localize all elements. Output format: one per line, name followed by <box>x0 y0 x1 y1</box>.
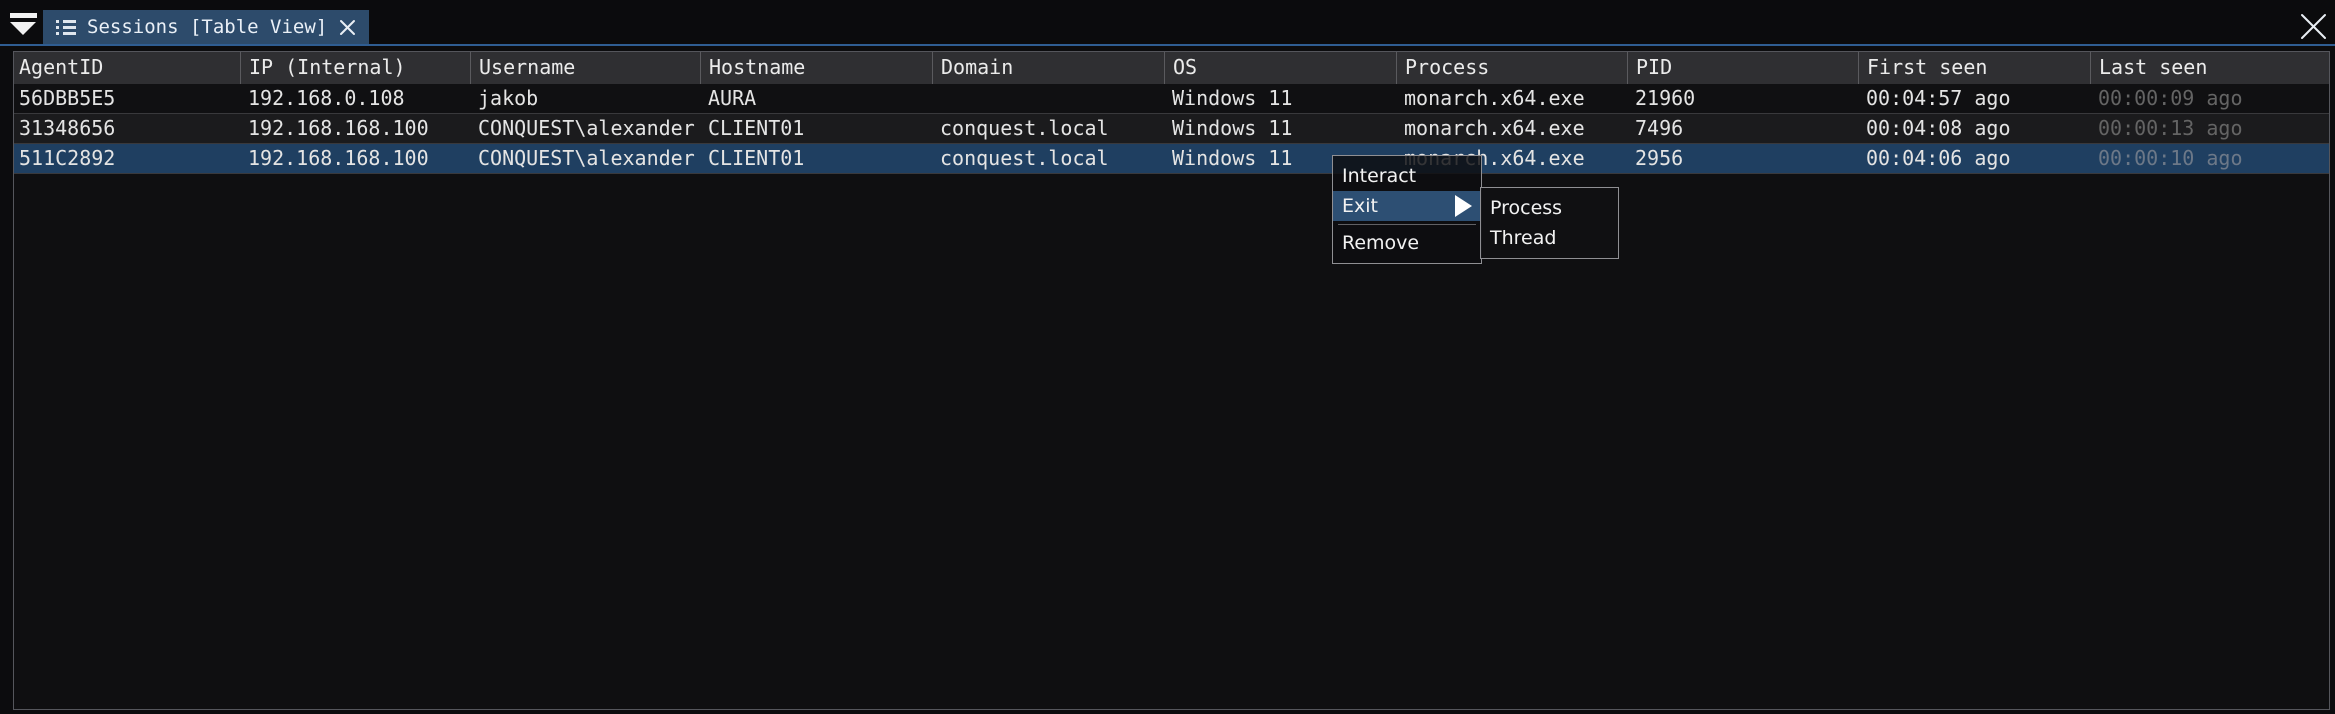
table-header-row: AgentID IP (Internal) Username Hostname … <box>14 52 2329 84</box>
column-header-username[interactable]: Username <box>470 52 700 84</box>
cell-ip: 192.168.0.108 <box>240 84 470 113</box>
menu-item-exit[interactable]: Exit <box>1333 191 1481 221</box>
cell-username: jakob <box>470 84 700 113</box>
cell-domain: conquest.local <box>932 144 1164 173</box>
cell-agentid: 56DBB5E5 <box>14 84 240 113</box>
filter-icon[interactable] <box>10 13 37 36</box>
column-header-ip-internal[interactable]: IP (Internal) <box>240 52 470 84</box>
table-list-icon <box>56 20 76 35</box>
cell-agentid: 31348656 <box>14 114 240 143</box>
cell-os: Windows 11 <box>1164 114 1396 143</box>
column-header-hostname[interactable]: Hostname <box>700 52 932 84</box>
sessions-table-panel: AgentID IP (Internal) Username Hostname … <box>13 51 2330 710</box>
context-submenu: Process Thread <box>1480 187 1619 259</box>
cell-process: monarch.x64.exe <box>1396 114 1627 143</box>
submenu-arrow-icon <box>1455 195 1472 217</box>
tab-sessions-table-view[interactable]: Sessions [Table View] <box>43 10 369 44</box>
cell-domain <box>932 84 1164 113</box>
cell-first-seen: 00:04:57 ago <box>1858 84 2090 113</box>
menu-item-label: Exit <box>1342 195 1378 217</box>
cell-process: monarch.x64.exe <box>1396 84 1627 113</box>
column-header-domain[interactable]: Domain <box>932 52 1164 84</box>
cell-pid: 2956 <box>1627 144 1858 173</box>
context-menu: Interact Exit Remove <box>1332 155 1482 264</box>
table-rows: 56DBB5E5 192.168.0.108 jakob AURA Window… <box>14 84 2329 174</box>
cell-username: CONQUEST\alexander <box>470 114 700 143</box>
column-header-last-seen[interactable]: Last seen <box>2090 52 2329 84</box>
menu-item-interact[interactable]: Interact <box>1333 161 1481 191</box>
cell-os: Windows 11 <box>1164 84 1396 113</box>
column-header-pid[interactable]: PID <box>1627 52 1858 84</box>
cell-first-seen: 00:04:06 ago <box>1858 144 2090 173</box>
column-header-os[interactable]: OS <box>1164 52 1396 84</box>
accent-divider <box>0 44 2335 46</box>
menu-separator <box>1338 224 1476 225</box>
tab-close-icon[interactable] <box>338 18 356 36</box>
submenu-item-thread[interactable]: Thread <box>1481 223 1618 253</box>
tab-title: Sessions [Table View] <box>87 16 327 38</box>
cell-hostname: AURA <box>700 84 932 113</box>
table-row[interactable]: 31348656 192.168.168.100 CONQUEST\alexan… <box>14 114 2329 144</box>
cell-ip: 192.168.168.100 <box>240 114 470 143</box>
submenu-item-process[interactable]: Process <box>1481 193 1618 223</box>
cell-pid: 7496 <box>1627 114 1858 143</box>
cell-domain: conquest.local <box>932 114 1164 143</box>
title-bar: Sessions [Table View] <box>0 0 2335 44</box>
column-header-process[interactable]: Process <box>1396 52 1627 84</box>
cell-first-seen: 00:04:08 ago <box>1858 114 2090 143</box>
cell-pid: 21960 <box>1627 84 1858 113</box>
menu-item-remove[interactable]: Remove <box>1333 228 1481 258</box>
cell-hostname: CLIENT01 <box>700 114 932 143</box>
cell-username: CONQUEST\alexander <box>470 144 700 173</box>
cell-last-seen: 00:00:13 ago <box>2090 114 2329 143</box>
cell-hostname: CLIENT01 <box>700 144 932 173</box>
cell-last-seen: 00:00:10 ago <box>2090 144 2329 173</box>
window-close-button[interactable] <box>2298 11 2328 41</box>
column-header-first-seen[interactable]: First seen <box>1858 52 2090 84</box>
cell-ip: 192.168.168.100 <box>240 144 470 173</box>
cell-agentid: 511C2892 <box>14 144 240 173</box>
column-header-agentid[interactable]: AgentID <box>14 52 240 84</box>
table-row[interactable]: 511C2892 192.168.168.100 CONQUEST\alexan… <box>14 144 2329 174</box>
cell-last-seen: 00:00:09 ago <box>2090 84 2329 113</box>
table-row[interactable]: 56DBB5E5 192.168.0.108 jakob AURA Window… <box>14 84 2329 114</box>
